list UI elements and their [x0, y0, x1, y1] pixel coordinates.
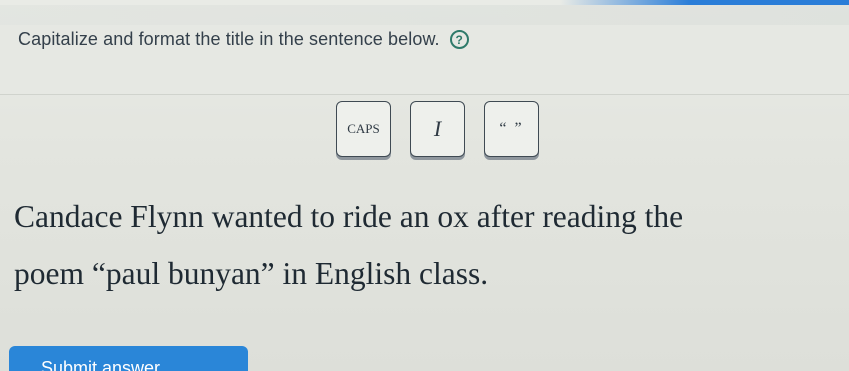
submit-button[interactable]: Submit answer: [9, 346, 248, 371]
top-band: [0, 5, 849, 25]
italic-button[interactable]: I: [410, 101, 465, 157]
sentence-line-2[interactable]: poem “paul bunyan” in English class.: [14, 245, 844, 302]
instruction-text: Capitalize and format the title in the s…: [18, 29, 440, 49]
format-toolbar: CAPS I “ ”: [336, 101, 539, 157]
editable-sentence[interactable]: Candace Flynn wanted to ride an ox after…: [14, 188, 844, 302]
question-mark-icon[interactable]: ?: [449, 30, 469, 49]
caps-button[interactable]: CAPS: [336, 101, 391, 157]
instruction: Capitalize and format the title in the s…: [18, 29, 469, 50]
quotes-button[interactable]: “ ”: [484, 101, 539, 157]
sentence-line-1[interactable]: Candace Flynn wanted to ride an ox after…: [14, 188, 844, 245]
